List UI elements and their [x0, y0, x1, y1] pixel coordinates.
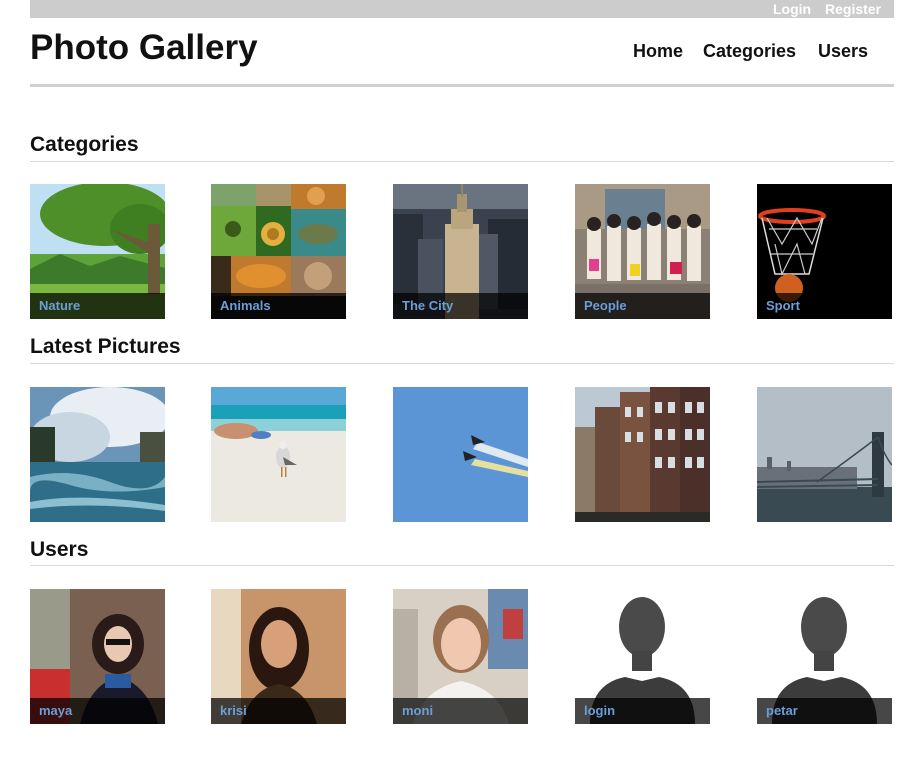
category-caption: People: [575, 293, 710, 319]
user-tile-krisi[interactable]: krisi: [211, 589, 346, 724]
users-divider: [30, 565, 894, 566]
category-label: Animals: [220, 298, 271, 313]
categories-divider: [30, 161, 894, 162]
user-label: login: [584, 703, 616, 718]
users-heading: Users: [30, 538, 89, 561]
register-link[interactable]: Register: [825, 1, 881, 17]
login-link[interactable]: Login: [773, 1, 811, 17]
user-caption: petar: [757, 698, 892, 724]
canal-houses-photo: [575, 387, 710, 522]
category-label: People: [584, 298, 627, 313]
user-label: moni: [402, 703, 434, 718]
header-divider: [30, 84, 894, 87]
user-label: petar: [766, 703, 798, 718]
page: Login Register Photo Gallery Home Catego…: [0, 0, 924, 757]
category-tile-animals[interactable]: Animals: [211, 184, 346, 319]
category-caption: The City: [393, 293, 528, 319]
beach-seagull-photo: [211, 387, 346, 522]
airshow-jets-photo: [393, 387, 528, 522]
category-label: Nature: [39, 298, 81, 313]
user-tile-maya[interactable]: maya: [30, 589, 165, 724]
categories-heading: Categories: [30, 133, 139, 156]
category-caption: Nature: [30, 293, 165, 319]
category-label: Sport: [766, 298, 800, 313]
latest-picture-2[interactable]: [211, 387, 346, 522]
category-caption: Animals: [211, 293, 346, 319]
category-label: The City: [402, 298, 454, 313]
user-tile-petar[interactable]: petar: [757, 589, 892, 724]
top-account-bar: Login Register: [30, 0, 894, 18]
latest-picture-4[interactable]: [575, 387, 710, 522]
waterfall-photo: [30, 387, 165, 522]
user-caption: maya: [30, 698, 165, 724]
nav-home[interactable]: Home: [633, 40, 683, 62]
bridge-skyline-photo: [757, 387, 892, 522]
latest-picture-1[interactable]: [30, 387, 165, 522]
nav-categories[interactable]: Categories: [703, 40, 796, 62]
nav-users[interactable]: Users: [818, 40, 868, 62]
category-tile-the-city[interactable]: The City: [393, 184, 528, 319]
category-tile-sport[interactable]: Sport: [757, 184, 892, 319]
user-tile-moni[interactable]: moni: [393, 589, 528, 724]
latest-pictures-divider: [30, 363, 894, 364]
user-label: maya: [39, 703, 73, 718]
user-tile-login[interactable]: login: [575, 589, 710, 724]
category-caption: Sport: [757, 293, 892, 319]
category-tile-people[interactable]: People: [575, 184, 710, 319]
user-caption: login: [575, 698, 710, 724]
latest-picture-3[interactable]: [393, 387, 528, 522]
user-caption: krisi: [211, 698, 346, 724]
user-caption: moni: [393, 698, 528, 724]
site-title[interactable]: Photo Gallery: [30, 28, 258, 68]
latest-pictures-heading: Latest Pictures: [30, 335, 181, 358]
latest-picture-5[interactable]: [757, 387, 892, 522]
user-label: krisi: [220, 703, 247, 718]
category-tile-nature[interactable]: Nature: [30, 184, 165, 319]
